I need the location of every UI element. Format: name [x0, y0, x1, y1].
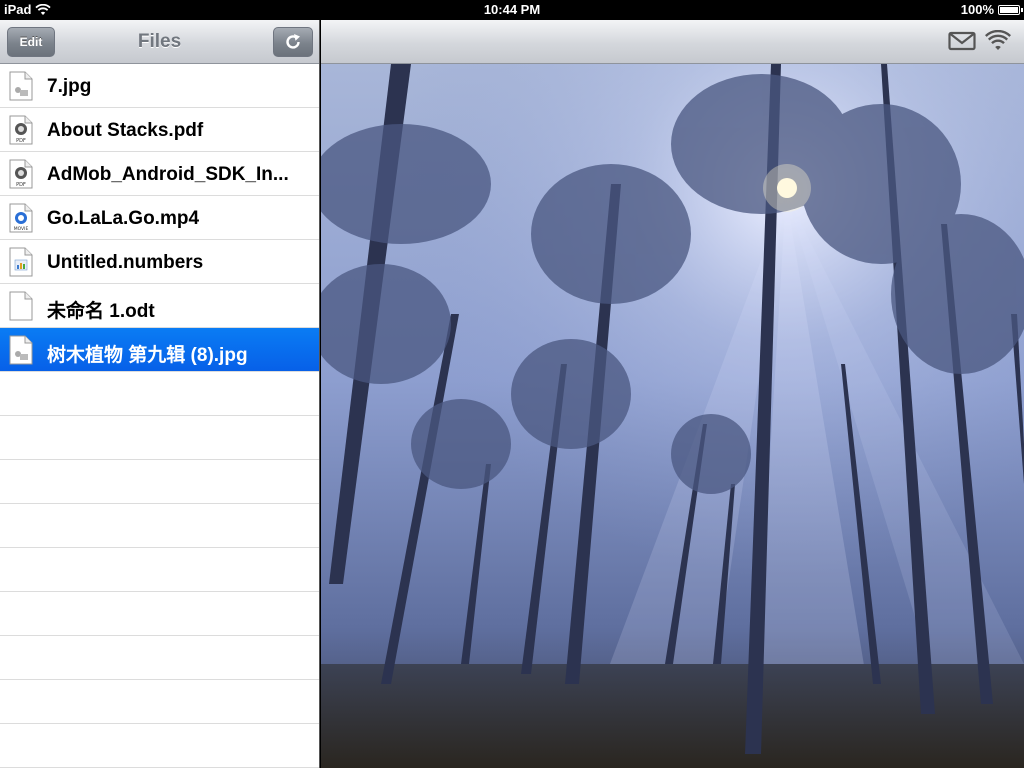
empty-row — [0, 592, 319, 636]
file-row-admob-pdf[interactable]: PDF AdMob_Android_SDK_In... — [0, 152, 319, 196]
mail-icon[interactable] — [948, 30, 976, 52]
document-file-icon — [9, 291, 33, 321]
image-file-icon — [9, 335, 33, 365]
pdf-file-icon: PDF — [9, 115, 33, 145]
file-name: 未命名 1.odt — [47, 301, 155, 322]
image-file-icon — [9, 71, 33, 101]
viewer-toolbar — [321, 20, 1024, 64]
forest-photo — [321, 64, 1024, 768]
file-name: Untitled.numbers — [47, 252, 204, 273]
file-name: AdMob_Android_SDK_In... — [47, 164, 289, 185]
empty-row — [0, 504, 319, 548]
refresh-button[interactable] — [273, 27, 313, 57]
file-row-7-jpg[interactable]: 7.jpg — [0, 64, 319, 108]
file-name: About Stacks.pdf — [47, 120, 204, 141]
svg-text:PDF: PDF — [16, 138, 26, 144]
files-navbar: Edit Files — [0, 20, 319, 64]
empty-row — [0, 724, 319, 768]
empty-row — [0, 372, 319, 416]
files-sidebar: Edit Files 7.jpg PDF About Stacks.pdf PD… — [0, 20, 320, 768]
empty-row — [0, 548, 319, 592]
empty-row — [0, 460, 319, 504]
movie-file-icon: MOVIE — [9, 203, 33, 233]
battery-percent: 100% — [960, 2, 994, 17]
battery-icon — [998, 4, 1023, 15]
file-name: 7.jpg — [47, 76, 92, 97]
empty-row — [0, 680, 319, 724]
numbers-file-icon — [9, 247, 33, 277]
file-row-about-stacks-pdf[interactable]: PDF About Stacks.pdf — [0, 108, 319, 152]
pdf-file-icon: PDF — [9, 159, 33, 189]
file-row-selected-jpg[interactable]: 树木植物 第九辑 (8).jpg — [0, 328, 319, 372]
file-viewer — [321, 20, 1024, 768]
file-row-untitled-numbers[interactable]: Untitled.numbers — [0, 240, 319, 284]
file-name: Go.LaLa.Go.mp4 — [47, 208, 200, 229]
status-time: 10:44 PM — [483, 2, 541, 17]
file-row-golalago-mp4[interactable]: MOVIE Go.LaLa.Go.mp4 — [0, 196, 319, 240]
empty-row — [0, 636, 319, 680]
svg-text:MOVIE: MOVIE — [14, 226, 29, 232]
file-name: 树木植物 第九辑 (8).jpg — [47, 345, 248, 366]
file-list: 7.jpg PDF About Stacks.pdf PDF AdMob_And… — [0, 64, 319, 768]
status-bar: iPad 10:44 PM 100% — [0, 0, 1024, 20]
files-title: Files — [137, 31, 182, 52]
file-row-untitled-odt[interactable]: 未命名 1.odt — [0, 284, 319, 328]
svg-text:PDF: PDF — [16, 182, 26, 188]
wifi-share-icon[interactable] — [985, 30, 1011, 52]
forest-image — [321, 64, 1024, 768]
refresh-icon — [286, 34, 300, 49]
status-right: 100% — [960, 2, 1023, 17]
empty-row — [0, 416, 319, 460]
